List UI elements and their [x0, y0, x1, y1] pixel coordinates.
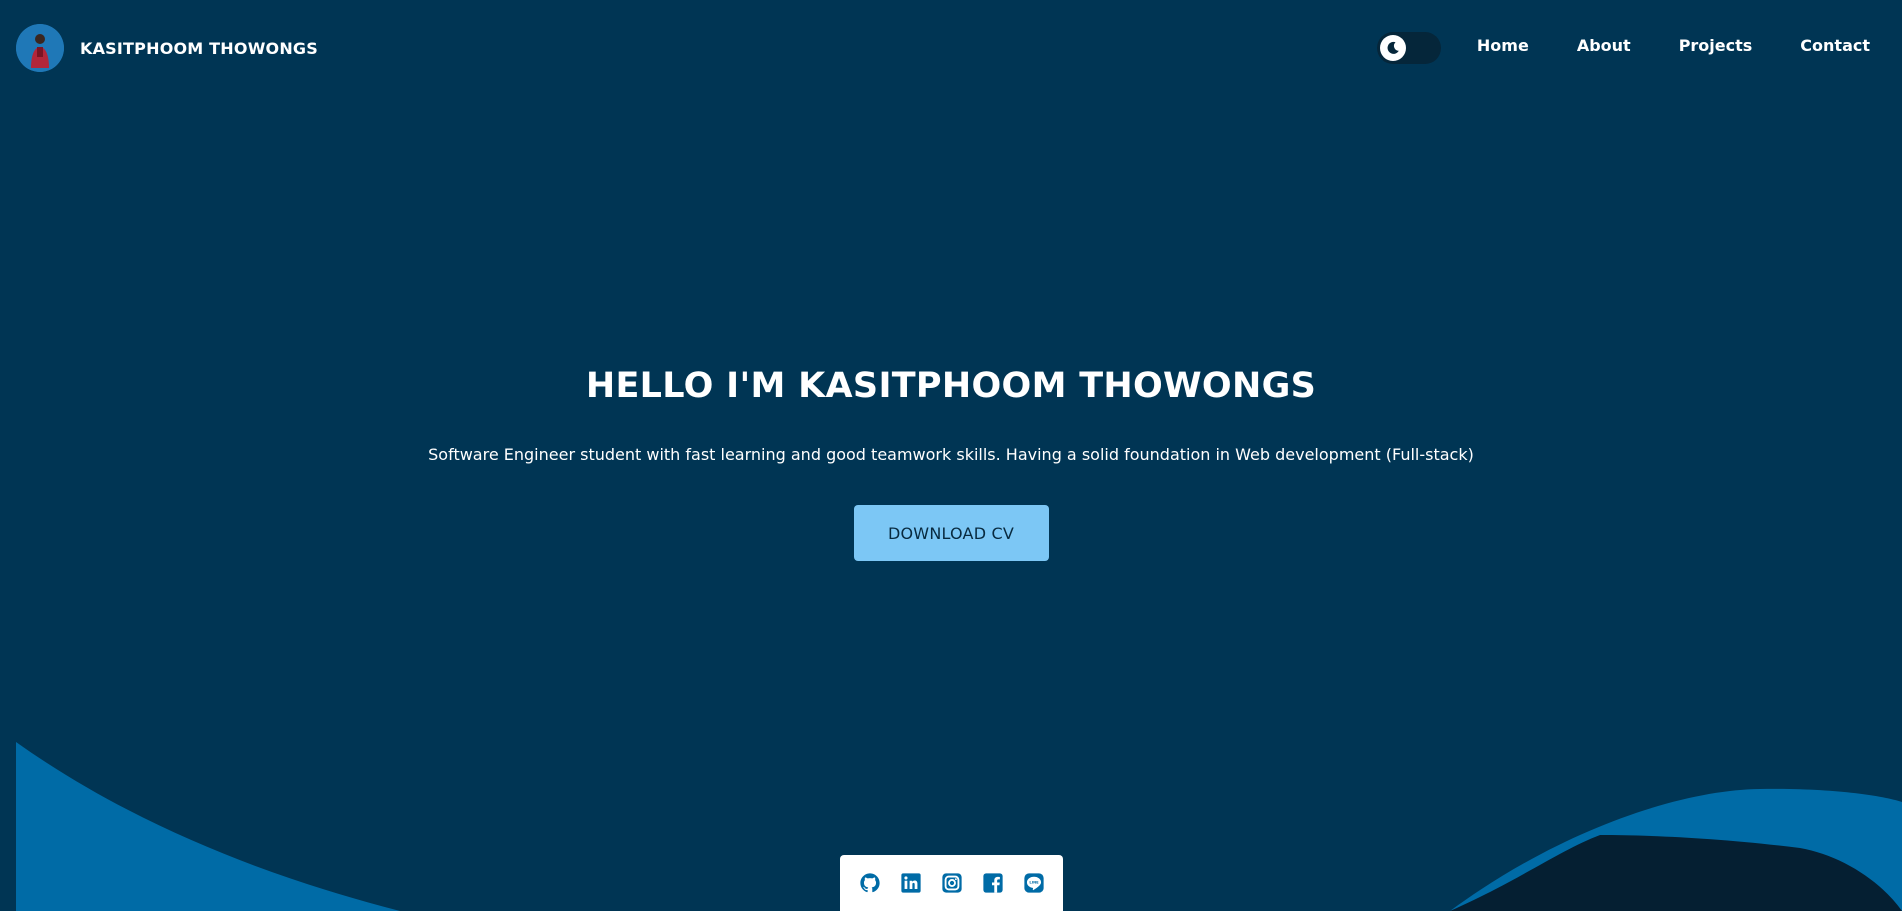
- site-header: KASITPHOOM THOWONGS Home About Projects …: [0, 0, 1902, 96]
- hero-section: HELLO I'M KASITPHOOM THOWONGS Software E…: [0, 360, 1902, 561]
- right-wave: [1450, 788, 1902, 911]
- svg-text:LINE: LINE: [1029, 881, 1039, 885]
- page: KASITPHOOM THOWONGS Home About Projects …: [0, 0, 1902, 911]
- facebook-icon[interactable]: [981, 871, 1005, 895]
- right-dark-wave: [1450, 833, 1902, 911]
- toggle-knob: [1380, 35, 1406, 61]
- nav-home[interactable]: Home: [1477, 36, 1529, 55]
- social-links: LINE: [840, 855, 1063, 911]
- hero-title: HELLO I'M KASITPHOOM THOWONGS: [585, 366, 1317, 406]
- main-nav: Home About Projects Contact: [1477, 36, 1870, 55]
- profile-photo-icon: [16, 24, 64, 72]
- theme-toggle[interactable]: [1377, 32, 1441, 64]
- nav-contact[interactable]: Contact: [1800, 36, 1870, 55]
- nav-about[interactable]: About: [1577, 36, 1631, 55]
- download-cv-button[interactable]: DOWNLOAD CV: [853, 505, 1049, 561]
- brand-name: KASITPHOOM THOWONGS: [80, 38, 318, 58]
- brand[interactable]: KASITPHOOM THOWONGS: [16, 24, 318, 72]
- hero-subtitle: Software Engineer student with fast lear…: [428, 445, 1474, 464]
- left-wave: [16, 742, 400, 911]
- instagram-icon[interactable]: [940, 871, 964, 895]
- moon-icon: [1387, 41, 1399, 54]
- line-icon[interactable]: LINE: [1022, 871, 1046, 895]
- avatar: [16, 24, 64, 72]
- nav-projects[interactable]: Projects: [1679, 36, 1753, 55]
- github-icon[interactable]: [858, 871, 882, 895]
- linkedin-icon[interactable]: [899, 871, 923, 895]
